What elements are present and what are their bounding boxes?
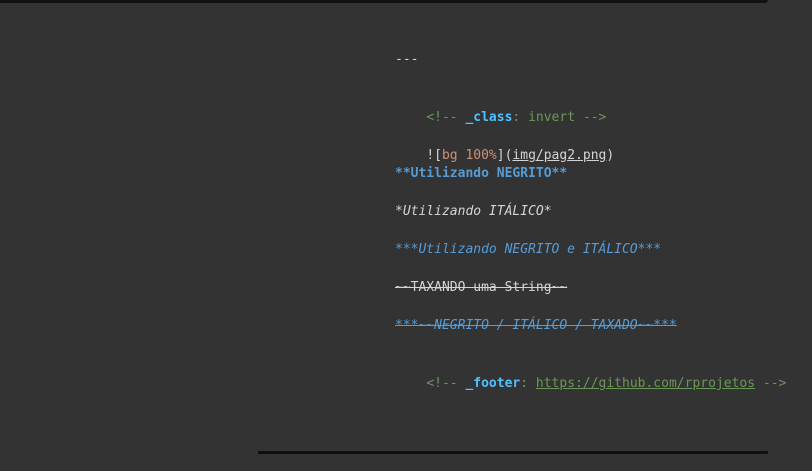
horizontal-rule-line: --- (395, 52, 419, 67)
footer-comment-close: --> (755, 376, 787, 391)
footer-url-link[interactable]: https://github.com/rprojetos (536, 376, 755, 391)
combined-format-text-line: ***~~NEGRITO / ITÁLICO / TAXADO~~*** (395, 318, 677, 333)
comment-open: <!-- (426, 110, 466, 125)
footer-comment-open: <!-- (426, 376, 466, 391)
image-prefix: ![ (426, 148, 442, 163)
bold-text-line: **Utilizando NEGRITO** (395, 166, 568, 181)
top-shadow-bar (0, 0, 768, 3)
comment-key-footer: _footer (465, 376, 521, 391)
comment-key-class: _class (465, 110, 513, 125)
strikethrough-text-line: ~~TAXANDO uma String~~ (395, 280, 568, 295)
italic-text-line: *Utilizando ITÁLICO* (395, 204, 552, 219)
markdown-editor[interactable]: --- <!-- _class: invert --> ![bg 100%](i… (395, 50, 805, 392)
footer-comment-line: <!-- _footer: https://github.com/rprojet… (395, 354, 805, 391)
image-path-link[interactable]: img/pag2.png (512, 148, 606, 163)
comment-close: --> (575, 110, 607, 125)
footer-comment-separator: : (520, 376, 536, 391)
image-middle: ]( (496, 148, 513, 163)
bold-italic-text-line: ***Utilizando NEGRITO e ITÁLICO*** (395, 242, 662, 257)
comment-value-invert: invert (528, 110, 576, 125)
image-alt-text: bg 100% (441, 148, 497, 163)
image-suffix: ) (606, 148, 615, 163)
class-comment-line: <!-- _class: invert --> (395, 88, 805, 125)
image-markdown-line: ![bg 100%](img/pag2.png) (395, 126, 805, 163)
bottom-divider-bar (258, 451, 768, 454)
comment-separator: : (512, 110, 529, 125)
